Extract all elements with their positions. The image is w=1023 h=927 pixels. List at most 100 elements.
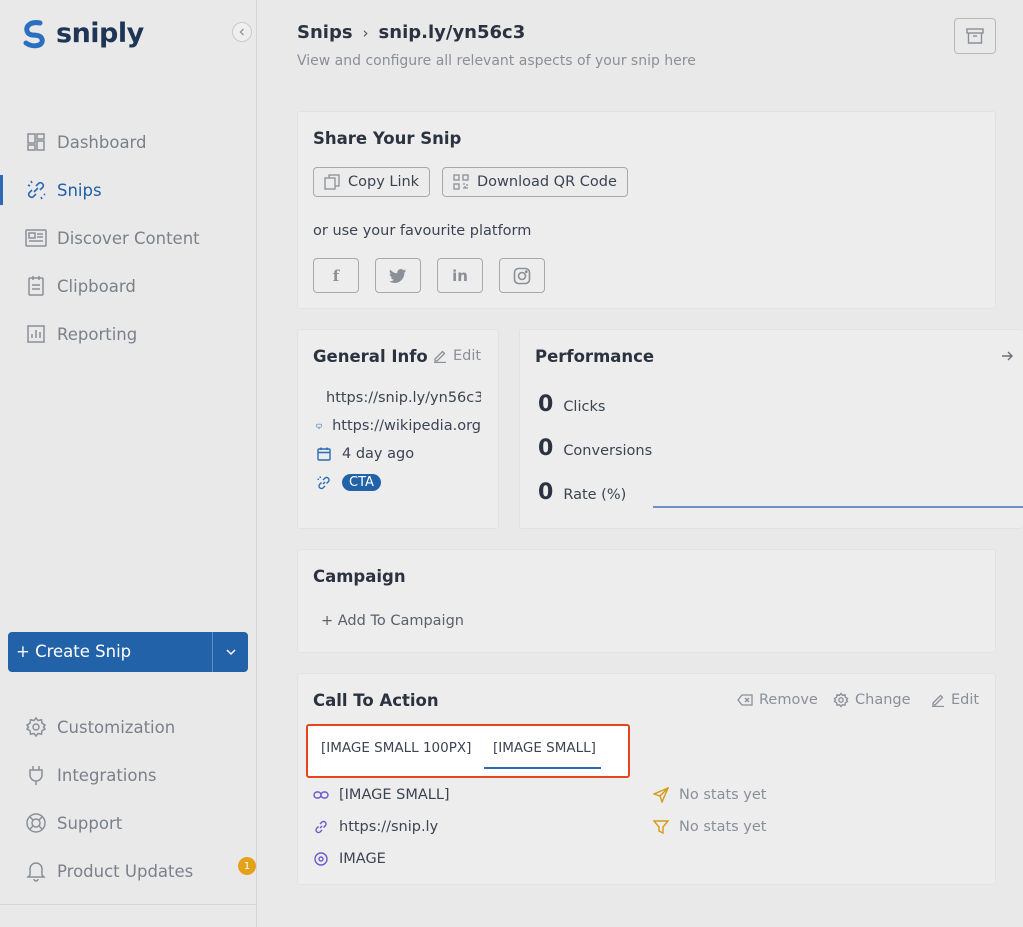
lifebuoy-icon: [25, 812, 47, 834]
chevron-left-icon: [239, 28, 245, 36]
sidebar-item-integrations[interactable]: Integrations: [0, 757, 256, 793]
cta-url-row[interactable]: https://snip.ly: [313, 819, 438, 835]
copy-icon: [324, 174, 340, 190]
sidebar-item-label: Support: [57, 813, 123, 833]
cta-change-button[interactable]: Change: [833, 692, 911, 708]
clicks-value: 0: [538, 392, 554, 417]
sidebar-item-label: Customization: [57, 717, 176, 737]
plug-icon: [25, 764, 47, 786]
sidebar-item-discover-content[interactable]: Discover Content: [0, 220, 256, 256]
cta-title: Call To Action: [313, 691, 439, 710]
twitter-share-button[interactable]: [375, 258, 421, 293]
page-subtitle: View and configure all relevant aspects …: [297, 53, 696, 69]
sidebar-item-label: Snips: [57, 180, 102, 200]
breadcrumb-separator: ›: [362, 23, 369, 42]
cta-stat-clicks-row: No stats yet: [653, 787, 767, 803]
edit-label: Edit: [951, 692, 980, 708]
backspace-icon: [737, 694, 753, 706]
breadcrumb-snips[interactable]: Snips: [297, 22, 353, 43]
qr-code-icon: [453, 174, 469, 190]
link-icon: [315, 820, 327, 834]
download-qr-label: Download QR Code: [477, 174, 617, 190]
sidebar-item-label: Reporting: [57, 324, 138, 344]
tag-row: CTA: [316, 474, 481, 491]
snip-url-row[interactable]: https://snip.ly/yn56c3: [316, 390, 481, 406]
sidebar: sniply Dashboard Snips Discover Content …: [0, 0, 257, 927]
sidebar-item-snips[interactable]: Snips: [0, 172, 256, 208]
clicks-stat: 0 Clicks: [538, 392, 605, 417]
snip-link-icon: [317, 475, 330, 489]
archive-button[interactable]: [954, 18, 996, 54]
cta-remove-button[interactable]: Remove: [737, 692, 818, 708]
tab-image-small-100px[interactable]: [IMAGE SMALL 100PX]: [321, 740, 471, 756]
pencil-icon: [434, 350, 446, 363]
target-icon: [314, 852, 328, 866]
linkedin-icon: in: [452, 266, 468, 285]
sidebar-item-clipboard[interactable]: Clipboard: [0, 268, 256, 304]
created-date-row: 4 day ago: [316, 446, 481, 462]
cta-tag-badge[interactable]: CTA: [342, 474, 381, 491]
campaign-card: [297, 549, 996, 653]
performance-sparkline: [653, 506, 1023, 508]
cta-url: https://snip.ly: [339, 819, 439, 835]
conversions-label: Conversions: [563, 443, 653, 459]
download-qr-button[interactable]: Download QR Code: [442, 167, 628, 197]
create-snip-button[interactable]: + Create Snip: [8, 632, 212, 672]
sidebar-item-label: Discover Content: [57, 228, 200, 248]
link-alt-icon: [313, 791, 329, 799]
archive-icon: [966, 28, 984, 44]
pencil-icon: [932, 694, 944, 707]
change-label: Change: [855, 692, 911, 708]
brand-name: sniply: [56, 18, 144, 49]
sidebar-item-dashboard[interactable]: Dashboard: [0, 124, 256, 160]
clicks-label: Clicks: [563, 399, 606, 415]
send-icon: [653, 787, 669, 803]
rate-stat: 0 Rate (%): [538, 480, 626, 505]
gear-icon: [833, 692, 849, 708]
brand-logo[interactable]: sniply: [20, 18, 144, 49]
tab-image-small[interactable]: [IMAGE SMALL]: [493, 740, 596, 756]
bell-icon: [25, 860, 47, 882]
cta-name: [IMAGE SMALL]: [339, 787, 450, 803]
clipboard-icon: [25, 275, 47, 297]
general-info-title: General Info: [313, 347, 428, 366]
arrow-right-icon[interactable]: [1001, 350, 1013, 362]
cta-edit-button[interactable]: Edit: [931, 692, 979, 708]
sniply-logo-icon: [23, 19, 45, 48]
create-snip-dropdown-button[interactable]: [212, 632, 248, 672]
edit-label: Edit: [453, 348, 482, 364]
target-url-row[interactable]: https://wikipedia.org: [316, 418, 481, 434]
calendar-icon: [317, 447, 331, 461]
chevron-down-icon: [225, 649, 236, 656]
conversions-value: 0: [538, 436, 554, 461]
collapse-sidebar-button[interactable]: [232, 22, 252, 42]
monitor-icon: [316, 423, 322, 429]
created-date: 4 day ago: [342, 446, 415, 462]
share-card-title: Share Your Snip: [313, 129, 462, 148]
sidebar-item-support[interactable]: Support: [0, 805, 256, 841]
campaign-title: Campaign: [313, 567, 406, 586]
newspaper-icon: [25, 227, 47, 249]
target-url: https://wikipedia.org: [332, 418, 481, 434]
cta-stat-conversions-row: No stats yet: [653, 819, 767, 835]
snip-url: https://snip.ly/yn56c3: [326, 390, 481, 406]
general-info-edit-button[interactable]: Edit: [433, 348, 481, 364]
filter-icon: [653, 820, 669, 835]
sidebar-item-label: Dashboard: [57, 132, 147, 152]
remove-label: Remove: [759, 692, 818, 708]
sidebar-item-reporting[interactable]: Reporting: [0, 316, 256, 352]
sidebar-divider: [0, 904, 256, 905]
facebook-share-button[interactable]: f: [313, 258, 359, 293]
copy-link-label: Copy Link: [348, 174, 420, 190]
cta-name-row: [IMAGE SMALL]: [313, 787, 450, 803]
sidebar-item-customization[interactable]: Customization: [0, 709, 256, 745]
sidebar-item-product-updates[interactable]: Product Updates: [0, 853, 256, 889]
facebook-icon: f: [332, 266, 340, 285]
breadcrumb-current: snip.ly/yn56c3: [378, 22, 526, 43]
performance-title: Performance: [535, 347, 655, 366]
instagram-share-button[interactable]: [499, 258, 545, 293]
dashboard-icon: [25, 131, 47, 153]
linkedin-share-button[interactable]: in: [437, 258, 483, 293]
add-to-campaign-button[interactable]: + Add To Campaign: [321, 613, 464, 629]
copy-link-button[interactable]: Copy Link: [313, 167, 431, 197]
